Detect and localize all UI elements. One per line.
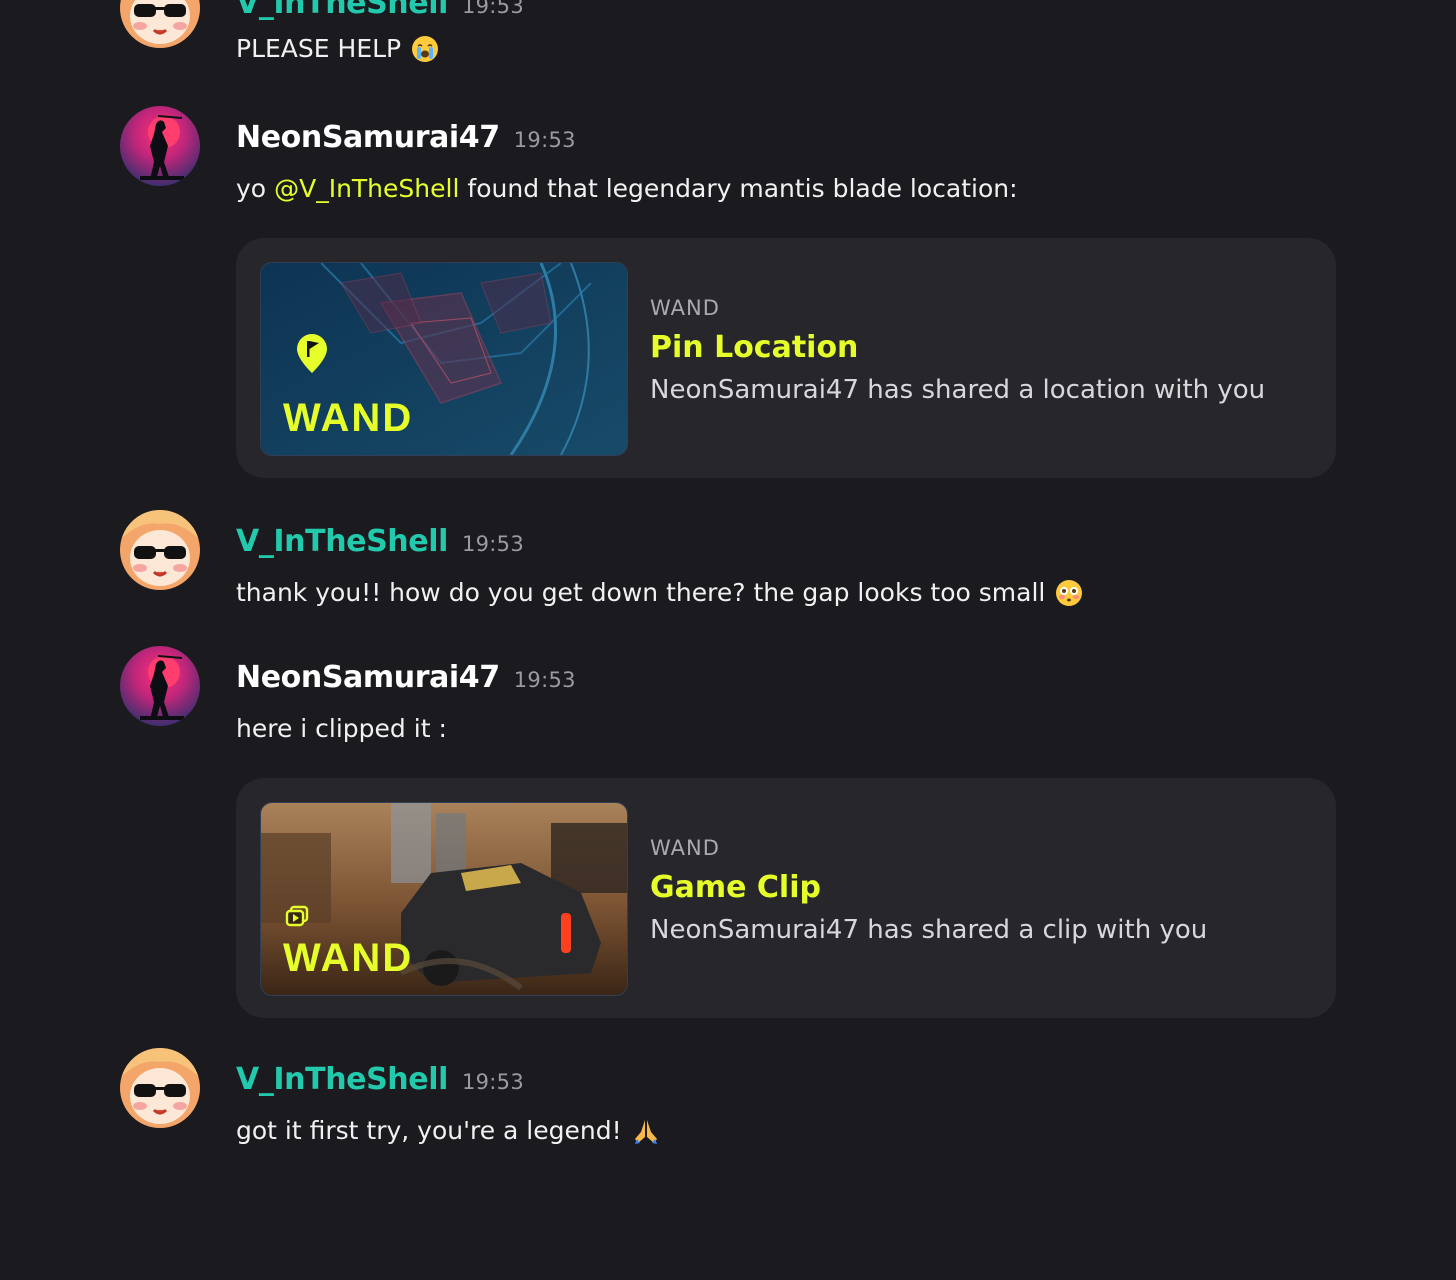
avatar-v-intheshell[interactable] — [120, 510, 200, 590]
chat-message-list: V_InTheShell 19:53 PLEASE HELP NeonSamur… — [0, 0, 1456, 1280]
message-body: here i clipped it : — [236, 714, 447, 743]
flushed-face-icon — [1055, 579, 1083, 607]
embed-card-game-clip[interactable]: WAND WAND Game Clip NeonSamurai47 has sh… — [236, 778, 1336, 1018]
message-header: V_InTheShell 19:53 — [236, 1062, 524, 1097]
embed-description: NeonSamurai47 has shared a location with… — [650, 375, 1266, 405]
embed-info: WAND Game Clip NeonSamurai47 has shared … — [650, 836, 1207, 945]
embed-description: NeonSamurai47 has shared a clip with you — [650, 915, 1208, 945]
embed-card-pin-location[interactable]: WAND WAND Pin Location NeonSamurai47 has… — [236, 238, 1336, 478]
svg-text:WAND: WAND — [283, 396, 413, 440]
avatar-neonsamurai47[interactable] — [120, 646, 200, 726]
message-body-pre: yo — [236, 174, 267, 203]
embed-thumbnail-clip[interactable]: WAND — [260, 802, 628, 996]
loudly-crying-face-icon — [411, 35, 439, 63]
username[interactable]: V_InTheShell — [236, 0, 448, 21]
message-header: V_InTheShell 19:53 — [236, 524, 524, 559]
username[interactable]: NeonSamurai47 — [236, 120, 500, 155]
message-body: thank you!! how do you get down there? t… — [236, 578, 1046, 607]
message-body: PLEASE HELP — [236, 34, 402, 63]
timestamp: 19:53 — [461, 532, 525, 556]
timestamp: 19:53 — [513, 668, 576, 692]
folded-hands-icon — [632, 1117, 660, 1145]
embed-thumbnail-map[interactable]: WAND — [260, 262, 628, 456]
message-text: here i clipped it : — [236, 714, 447, 743]
avatar-neonsamurai47[interactable] — [120, 106, 200, 186]
embed-title[interactable]: Pin Location — [650, 330, 1265, 365]
embed-info: WAND Pin Location NeonSamurai47 has shar… — [650, 296, 1265, 405]
message-text: got it first try, you're a legend! — [236, 1116, 660, 1145]
message-header: NeonSamurai47 19:53 — [236, 120, 576, 155]
message-header: V_InTheShell 19:53 — [236, 0, 524, 21]
message-header: NeonSamurai47 19:53 — [236, 660, 576, 695]
message-text: yo @V_InTheShell found that legendary ma… — [236, 174, 1018, 203]
avatar-v-intheshell[interactable] — [120, 0, 200, 48]
svg-text:WAND: WAND — [283, 936, 413, 980]
embed-provider: WAND — [650, 296, 720, 320]
timestamp: 19:53 — [513, 128, 576, 152]
message-body-post: found that legendary mantis blade locati… — [467, 174, 1018, 203]
avatar-v-intheshell[interactable] — [120, 1048, 200, 1128]
timestamp: 19:53 — [461, 1070, 525, 1094]
message-text: thank you!! how do you get down there? t… — [236, 578, 1083, 607]
message-body: got it first try, you're a legend! — [236, 1116, 622, 1145]
user-mention[interactable]: @V_InTheShell — [274, 174, 459, 203]
timestamp: 19:53 — [461, 0, 525, 18]
embed-provider: WAND — [650, 836, 720, 860]
username[interactable]: V_InTheShell — [236, 524, 448, 559]
username[interactable]: NeonSamurai47 — [236, 660, 500, 695]
embed-title[interactable]: Game Clip — [650, 870, 1207, 905]
username[interactable]: V_InTheShell — [236, 1062, 448, 1097]
message-text: PLEASE HELP — [236, 34, 439, 63]
